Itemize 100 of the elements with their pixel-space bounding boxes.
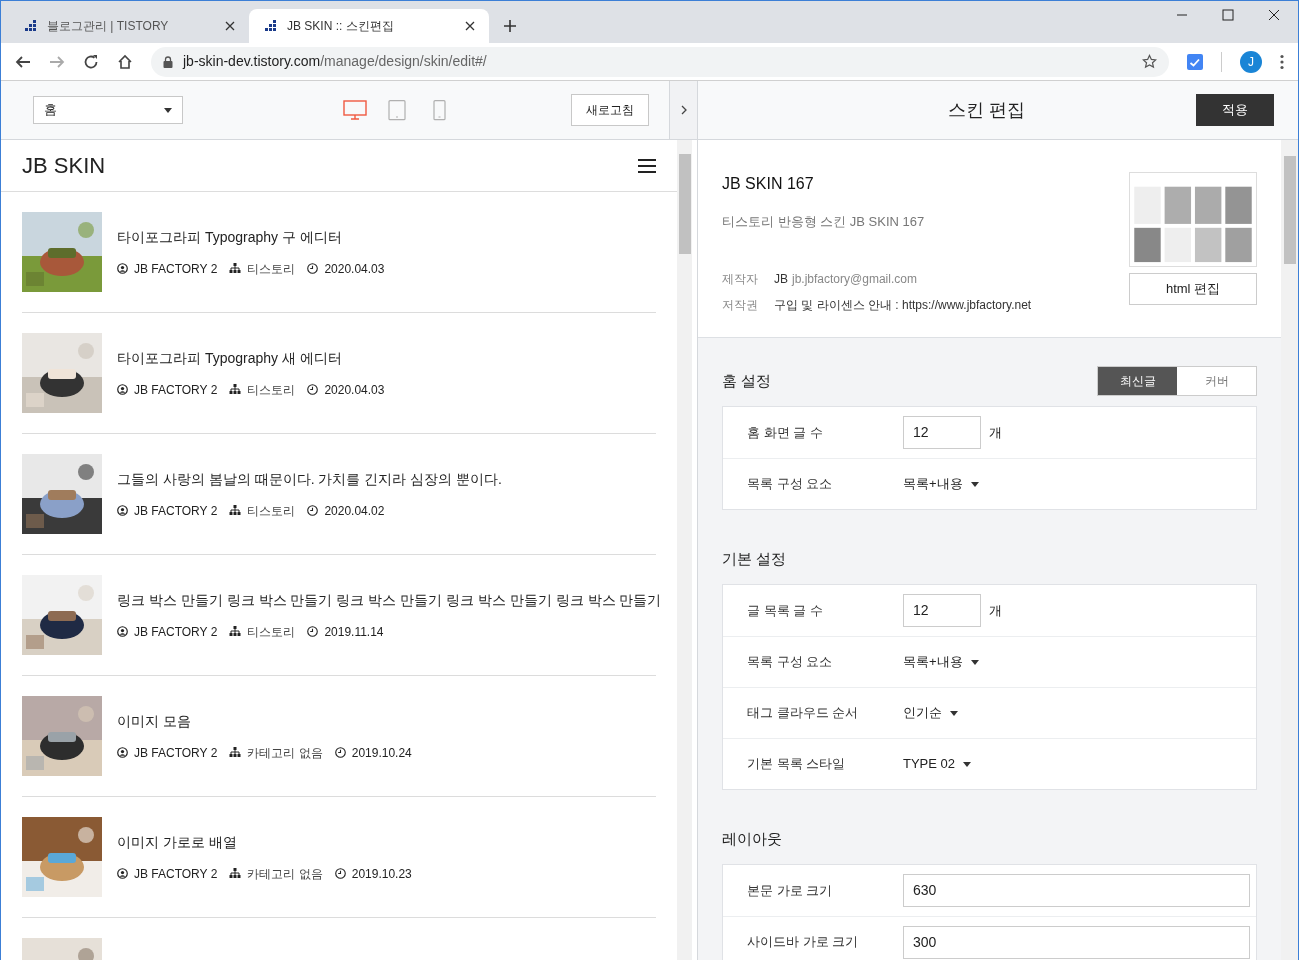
- user-icon: [117, 747, 128, 758]
- caret-icon: [963, 761, 972, 767]
- back-icon[interactable]: [15, 53, 31, 70]
- post-category[interactable]: 카테고리 없음: [247, 864, 323, 883]
- post-category[interactable]: 티스토리: [247, 380, 296, 399]
- caret-icon: [970, 659, 979, 665]
- user-icon: [117, 505, 128, 516]
- setting-label: 사이드바 가로 크기: [747, 933, 860, 952]
- copyright-text: 구입 및 라이센스 안내 : https://www.jbfactory.net: [774, 296, 1032, 314]
- maker-email: jb.jbfactory@gmail.com: [792, 270, 917, 288]
- refresh-button[interactable]: 새로고침: [571, 94, 649, 126]
- section-title: 홈 설정: [722, 370, 772, 391]
- home-icon[interactable]: [117, 53, 133, 70]
- text-field[interactable]: 300: [903, 925, 1250, 959]
- menu-icon[interactable]: [638, 158, 656, 173]
- post-date: 2020.04.03: [324, 260, 385, 278]
- setting-label: 태그 클라우드 순서: [747, 704, 860, 723]
- editor-title: 스킨 편집: [948, 98, 1025, 122]
- post-author: JB FACTORY 2: [134, 381, 218, 399]
- toggle-tab[interactable]: 최신글: [1098, 367, 1177, 395]
- star-icon[interactable]: [1142, 54, 1157, 69]
- setting-label: 목록 구성 요소: [747, 653, 834, 672]
- unit-label: 개: [989, 601, 1002, 620]
- section-title: 레이아웃: [722, 828, 782, 849]
- post-category[interactable]: 티스토리: [247, 501, 296, 520]
- reload-icon[interactable]: [83, 53, 99, 70]
- number-field[interactable]: 12: [903, 594, 981, 627]
- caret-icon: [970, 481, 979, 487]
- maker-name: JB: [774, 270, 788, 288]
- setting-label: 홈 화면 글 수: [747, 423, 824, 442]
- sitemap-icon: [229, 747, 242, 758]
- user-icon: [117, 626, 128, 637]
- post-date: 2020.04.02: [324, 502, 385, 520]
- html-edit-button[interactable]: html 편집: [1129, 273, 1257, 305]
- setting-dropdown[interactable]: 인기순: [903, 703, 958, 723]
- maximize-icon[interactable]: [1222, 9, 1234, 21]
- apply-button[interactable]: 적용: [1196, 94, 1274, 126]
- browser-tab[interactable]: JB SKIN :: 스킨편집: [249, 9, 489, 43]
- post-title[interactable]: 타이포그라피 Typography 새 에디터: [117, 347, 385, 369]
- post-title[interactable]: 이미지 모음: [117, 710, 412, 732]
- blog-title: JB SKIN: [22, 152, 106, 180]
- close-icon[interactable]: [225, 21, 235, 31]
- toggle-tab[interactable]: 커버: [1177, 367, 1256, 395]
- tab-favicon: [263, 19, 277, 33]
- close-icon[interactable]: [465, 21, 475, 31]
- skin-name: JB SKIN 167: [722, 174, 815, 194]
- post-author: JB FACTORY 2: [134, 623, 218, 641]
- sitemap-icon: [229, 384, 242, 395]
- sitemap-icon: [229, 626, 242, 637]
- new-tab-icon[interactable]: [503, 19, 517, 33]
- setting-dropdown[interactable]: 목록+내용: [903, 652, 979, 672]
- post-title[interactable]: 링크 박스 만들기 링크 박스 만들기 링크 박스 만들기 링크 박스 만들기 링크 박스 만들기: [117, 589, 662, 611]
- clock-icon: [334, 868, 346, 879]
- post-author: JB FACTORY 2: [134, 865, 218, 883]
- setting-label: 글 목록 글 수: [747, 601, 824, 620]
- user-icon: [117, 384, 128, 395]
- tab-favicon: [23, 19, 37, 33]
- post-title[interactable]: 그들의 사랑의 봄날의 때문이다. 가치를 긴지라 심장의 뿐이다.: [117, 468, 502, 490]
- setting-dropdown[interactable]: TYPE 02: [903, 754, 972, 774]
- text-field[interactable]: 630: [903, 874, 1250, 907]
- setting-label: 목록 구성 요소: [747, 475, 834, 494]
- page-select[interactable]: 홈: [33, 96, 183, 124]
- post-author: JB FACTORY 2: [134, 260, 218, 278]
- address-field[interactable]: jb-skin-dev.tistory.com/manage/design/skin/edit#/: [151, 46, 1169, 77]
- number-field[interactable]: 12: [903, 416, 981, 449]
- post-category[interactable]: 티스토리: [247, 259, 296, 278]
- clock-icon: [307, 626, 319, 637]
- caret-icon: [164, 107, 172, 113]
- field-label: 제작자: [722, 270, 758, 288]
- clock-icon: [307, 505, 319, 516]
- post-date: 2019.11.14: [324, 623, 384, 641]
- menu-icon[interactable]: [1280, 53, 1284, 70]
- close-icon[interactable]: [1268, 9, 1280, 21]
- clock-icon: [307, 384, 319, 395]
- clock-icon: [334, 747, 346, 758]
- chevron-right-icon: [680, 105, 687, 115]
- post-category[interactable]: 티스토리: [247, 622, 296, 641]
- post-date: 2019.10.24: [351, 744, 412, 762]
- sitemap-icon: [229, 263, 242, 274]
- user-icon: [117, 263, 128, 274]
- post-title[interactable]: 타이포그라피 Typography 구 에디터: [117, 226, 385, 248]
- setting-dropdown[interactable]: 목록+내용: [903, 474, 979, 494]
- post-author: JB FACTORY 2: [134, 502, 218, 520]
- url-text: jb-skin-dev.tistory.com/manage/design/skin/edit#/: [183, 52, 488, 71]
- post-date: 2019.10.23: [351, 865, 412, 883]
- setting-label: 본문 가로 크기: [747, 881, 834, 900]
- lock-icon: [163, 55, 173, 68]
- browser-tab[interactable]: 블로그관리 | TISTORY: [9, 9, 249, 43]
- post-author: JB FACTORY 2: [134, 744, 218, 762]
- post-title[interactable]: 이미지 가로로 배열: [117, 831, 412, 853]
- caret-icon: [950, 710, 958, 716]
- unit-label: 개: [989, 423, 1002, 442]
- tab-title: JB SKIN :: 스킨편집: [287, 18, 395, 35]
- extension-icon[interactable]: [1187, 53, 1203, 70]
- tab-title: 블로그관리 | TISTORY: [47, 18, 170, 35]
- post-category[interactable]: 카테고리 없음: [247, 743, 323, 762]
- profile-avatar[interactable]: J: [1240, 50, 1262, 73]
- post-date: 2020.04.03: [324, 381, 385, 399]
- clock-icon: [307, 263, 319, 274]
- field-label: 저작권: [722, 296, 758, 314]
